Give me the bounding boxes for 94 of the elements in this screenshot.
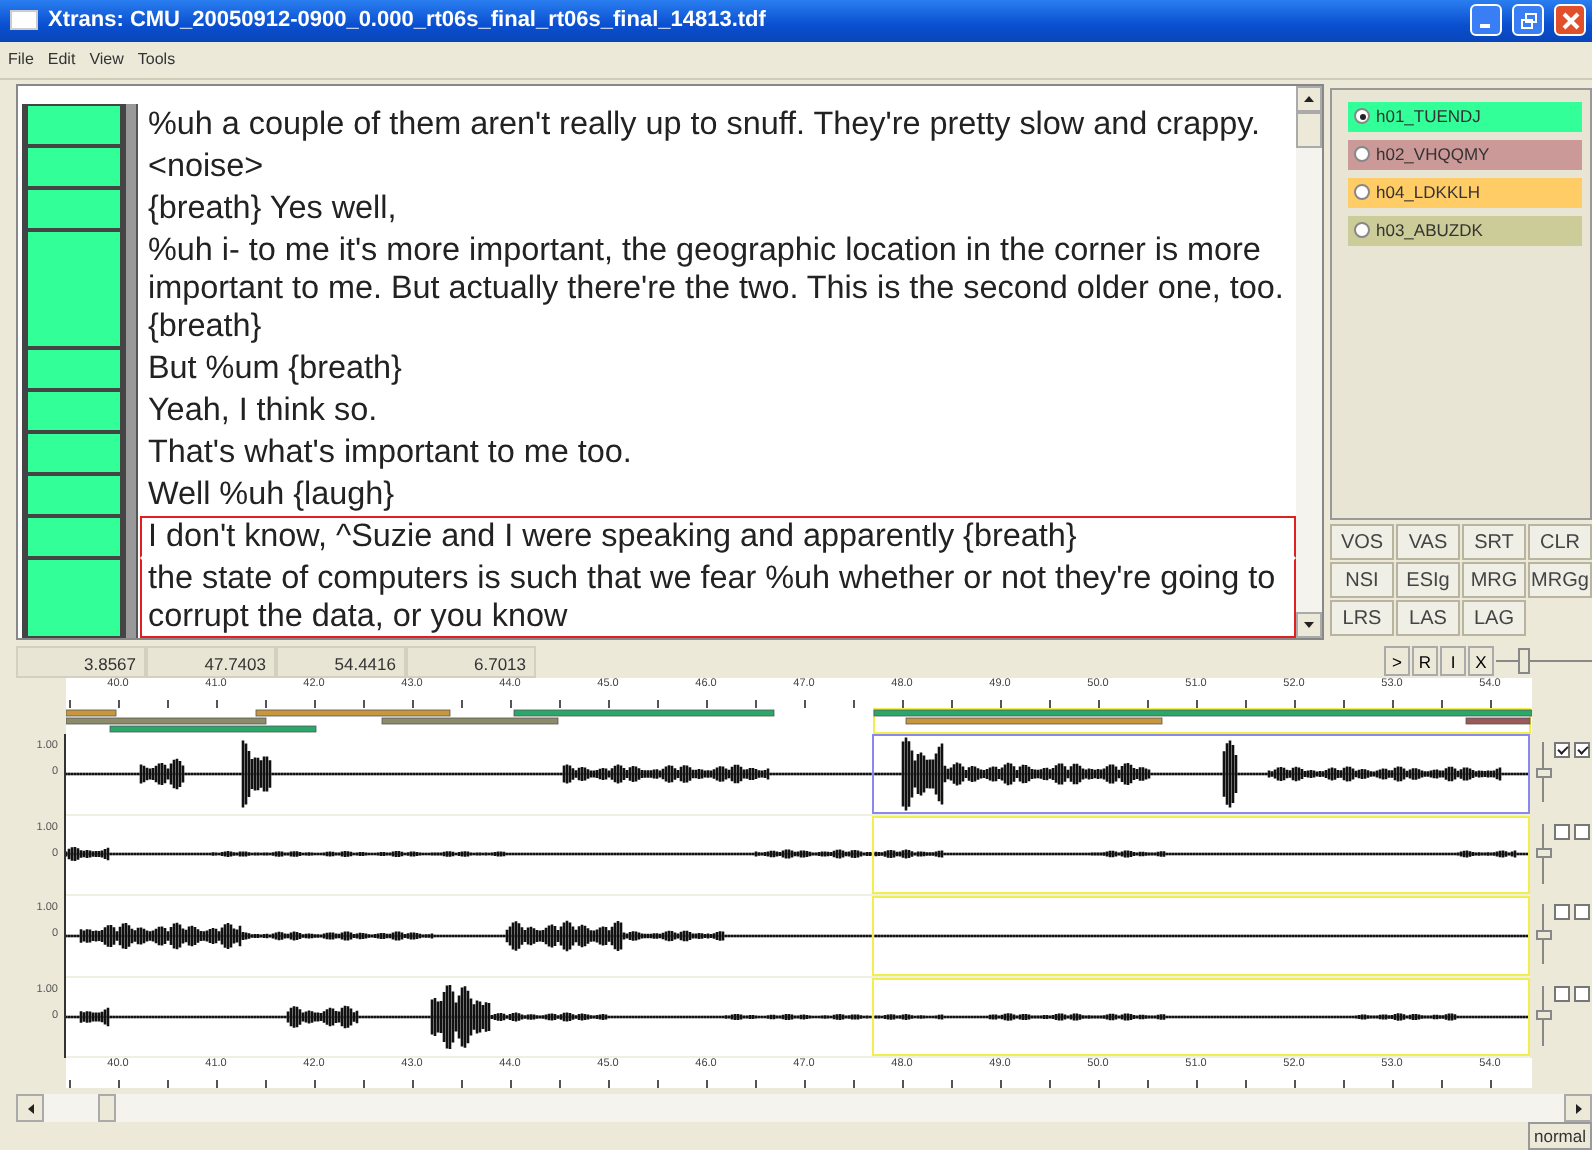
speaker-name: h01_TUENDJ: [1376, 106, 1481, 127]
speaker-item[interactable]: h04_LDKKLH: [1348, 177, 1582, 208]
checkbox[interactable]: [1554, 823, 1570, 840]
command-button[interactable]: ESIg: [1396, 562, 1460, 599]
gain-slider[interactable]: [1542, 904, 1550, 965]
menu-item[interactable]: Tools: [137, 50, 176, 69]
checkbox[interactable]: [1554, 742, 1570, 759]
segment-cell[interactable]: [22, 146, 126, 189]
scroll-thumb[interactable]: [98, 1094, 116, 1122]
segment-text[interactable]: %uh a couple of them aren't really up to snuff. They're pretty slow and crappy.: [140, 104, 1296, 147]
segment-cell[interactable]: [22, 432, 126, 475]
scroll-left-button[interactable]: [16, 1094, 44, 1122]
segment-text[interactable]: I don't know, ^Suzie and I were speaking and apparently {breath}: [140, 516, 1296, 559]
time-field: 6.7013: [406, 645, 536, 678]
time-field: 3.8567: [16, 645, 146, 678]
speaker-name: h04_LDKKLH: [1376, 182, 1480, 203]
left-arrow-icon: [27, 1103, 33, 1113]
zoom-slider[interactable]: [1496, 646, 1592, 677]
close-button[interactable]: [1554, 4, 1586, 37]
scroll-down-button[interactable]: [1296, 612, 1322, 639]
slider-thumb[interactable]: [1517, 648, 1529, 675]
scroll-up-button[interactable]: [1296, 85, 1322, 112]
segment-cell[interactable]: [22, 474, 126, 517]
speaker-item[interactable]: h02_VHQQMY: [1348, 139, 1582, 170]
close-icon: [1561, 11, 1579, 30]
zoom-button[interactable]: >: [1384, 646, 1410, 677]
segment-cell[interactable]: [22, 348, 126, 391]
segment-cell[interactable]: [22, 390, 126, 433]
horizontal-scrollbar[interactable]: [16, 1094, 1592, 1122]
command-button[interactable]: MRG: [1462, 562, 1526, 599]
radio-button[interactable]: [1354, 222, 1370, 239]
checkbox[interactable]: [1574, 985, 1590, 1002]
command-button[interactable]: LRS: [1330, 600, 1394, 637]
app-icon: [10, 10, 38, 31]
segment-text[interactable]: Well %uh {laugh}: [140, 474, 1296, 517]
slider-thumb[interactable]: [1536, 929, 1552, 940]
slider-thumb[interactable]: [1536, 848, 1552, 859]
command-button[interactable]: VOS: [1330, 524, 1394, 561]
command-button[interactable]: MRGg: [1528, 562, 1592, 599]
speaker-item[interactable]: h01_TUENDJ: [1348, 101, 1582, 132]
radio-button[interactable]: [1354, 108, 1370, 125]
time-field: 47.7403: [146, 645, 276, 678]
checkbox[interactable]: [1574, 823, 1590, 840]
menu-item[interactable]: View: [89, 50, 124, 69]
command-button[interactable]: LAG: [1462, 600, 1526, 637]
checkbox[interactable]: [1554, 985, 1570, 1002]
checkbox[interactable]: [1554, 904, 1570, 921]
window-title: Xtrans: CMU_20050912-0900_0.000_rt06s_final_rt06s_final_14813.tdf: [48, 8, 768, 33]
segment-text[interactable]: %uh i- to me it's more important, the geographic location in the corner is more important to me. But actually there're the two. This is the second older one, too. {breath}: [140, 230, 1296, 349]
scroll-right-button[interactable]: [1564, 1094, 1592, 1122]
command-button[interactable]: NSI: [1330, 562, 1394, 599]
time-field: 54.4416: [276, 645, 406, 678]
segment-text[interactable]: But %um {breath}: [140, 348, 1296, 391]
speaker-item[interactable]: h03_ABUZDK: [1348, 215, 1582, 246]
restore-button[interactable]: [1512, 4, 1544, 37]
status-text: normal: [1528, 1122, 1592, 1150]
zoom-button[interactable]: I: [1440, 646, 1466, 677]
command-button[interactable]: CLR: [1528, 524, 1592, 561]
segment-text[interactable]: Yeah, I think so.: [140, 390, 1296, 433]
speaker-name: h02_VHQQMY: [1376, 144, 1490, 165]
segment-text[interactable]: {breath} Yes well,: [140, 188, 1296, 231]
slider-thumb[interactable]: [1536, 767, 1552, 778]
selection-region[interactable]: [872, 734, 1530, 814]
scroll-thumb[interactable]: [1296, 111, 1322, 148]
segment-text[interactable]: That's what's important to me too.: [140, 432, 1296, 475]
speaker-name: h03_ABUZDK: [1376, 220, 1483, 241]
minimize-button[interactable]: [1470, 4, 1502, 37]
command-button[interactable]: SRT: [1462, 524, 1526, 561]
checkbox[interactable]: [1574, 742, 1590, 759]
segment-text[interactable]: the state of computers is such that we fear %uh whether or not they're going to corrupt the data, or you know: [140, 558, 1296, 639]
restore-icon: [1519, 11, 1537, 30]
command-button[interactable]: VAS: [1396, 524, 1460, 561]
segment-cell[interactable]: [22, 104, 126, 147]
right-arrow-icon: [1575, 1103, 1581, 1113]
segment-cell[interactable]: [22, 188, 126, 231]
slider-thumb[interactable]: [1536, 1010, 1552, 1021]
vertical-scrollbar[interactable]: [1296, 85, 1322, 639]
zoom-button[interactable]: R: [1412, 646, 1438, 677]
gain-slider[interactable]: [1542, 742, 1550, 803]
menu-item[interactable]: Edit: [47, 50, 76, 69]
gain-slider[interactable]: [1542, 985, 1550, 1046]
zoom-button[interactable]: X: [1468, 646, 1494, 677]
menu-item[interactable]: File: [8, 50, 34, 69]
segment-cell[interactable]: [22, 558, 126, 639]
down-arrow-icon: [1304, 622, 1314, 629]
segment-cell[interactable]: [22, 230, 126, 349]
checkbox[interactable]: [1574, 904, 1590, 921]
radio-button[interactable]: [1354, 146, 1370, 163]
segment-cell[interactable]: [22, 516, 126, 559]
segment-text[interactable]: <noise>: [140, 146, 1296, 189]
command-button[interactable]: LAS: [1396, 600, 1460, 637]
radio-button[interactable]: [1354, 184, 1370, 201]
gain-slider[interactable]: [1542, 823, 1550, 884]
up-arrow-icon: [1304, 95, 1314, 102]
